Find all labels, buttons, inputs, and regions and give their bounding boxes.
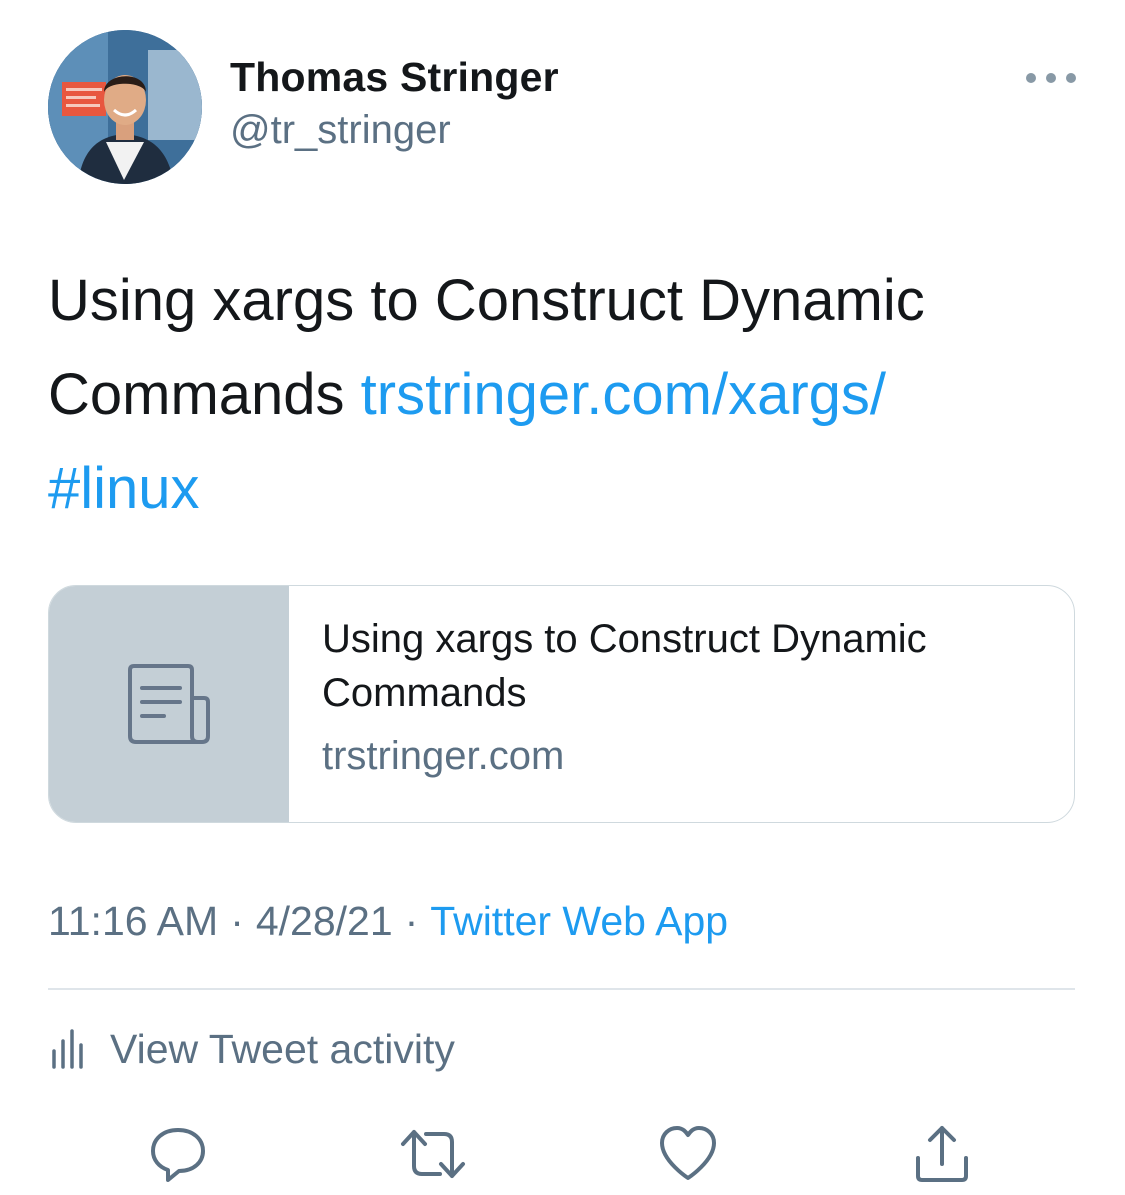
retweet-icon[interactable] <box>400 1124 466 1184</box>
card-body: Using xargs to Construct Dynamic Command… <box>322 612 1044 779</box>
more-dot <box>1046 73 1056 83</box>
tweet-meta: 11:16 AM · 4/28/21 · Twitter Web App <box>48 898 728 945</box>
card-title: Using xargs to Construct Dynamic Command… <box>322 617 927 715</box>
heart-icon[interactable] <box>658 1124 718 1184</box>
tweet-time[interactable]: 11:16 AM <box>48 898 218 944</box>
author-name[interactable]: Thomas Stringer <box>230 54 559 101</box>
more-dot <box>1026 73 1036 83</box>
more-dot <box>1066 73 1076 83</box>
avatar[interactable] <box>48 30 202 184</box>
view-tweet-activity-button[interactable]: View Tweet activity <box>50 1022 455 1076</box>
card-domain: trstringer.com <box>322 734 565 778</box>
tweet-date[interactable]: 4/28/21 <box>256 898 393 944</box>
bar-chart-icon <box>52 1029 83 1069</box>
reply-icon[interactable] <box>148 1124 208 1184</box>
meta-separator: · <box>230 898 244 944</box>
more-options-icon[interactable] <box>1026 66 1076 90</box>
tweet-hashtag[interactable]: #linux <box>48 456 200 521</box>
share-icon[interactable] <box>912 1124 972 1184</box>
card-thumbnail <box>49 586 289 822</box>
tweet-text: Using xargs to Construct Dynamic Command… <box>48 254 1088 536</box>
author-handle[interactable]: @tr_stringer <box>230 108 451 153</box>
divider <box>48 988 1075 990</box>
link-card[interactable]: Using xargs to Construct Dynamic Command… <box>48 585 1075 823</box>
tweet-source[interactable]: Twitter Web App <box>430 898 728 944</box>
tweet-link[interactable]: trstringer.com/xargs/ <box>361 362 886 427</box>
meta-separator: · <box>404 898 419 944</box>
view-tweet-activity-label: View Tweet activity <box>110 1025 455 1072</box>
document-icon <box>128 664 210 744</box>
